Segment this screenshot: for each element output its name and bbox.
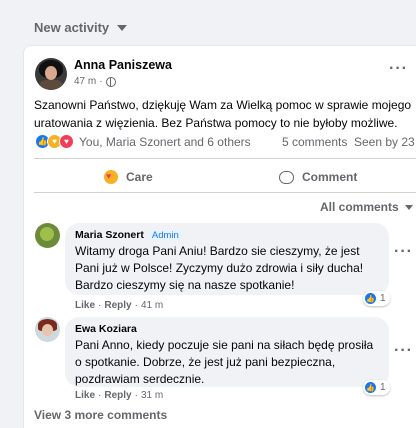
new-activity-label: New activity (34, 20, 110, 35)
comment-more-options-icon[interactable]: ··· (394, 342, 413, 360)
commenter-avatar[interactable] (35, 223, 60, 248)
reactions-summary[interactable]: 👍 ♥ ♥ You, Maria Szonert and 6 others (35, 134, 251, 149)
view-more-comments-link[interactable]: View 3 more comments (34, 408, 167, 422)
comments-count[interactable]: 5 comments (282, 135, 347, 149)
divider (34, 158, 416, 159)
author-avatar[interactable] (35, 58, 67, 90)
comment-like-button[interactable]: Like (75, 390, 95, 401)
comment-bubble: Ewa Koziara Pani Anno, kiedy poczuje sie… (65, 317, 389, 387)
comment-meta: Like · Reply · 31 m (75, 390, 164, 401)
comment-like-button[interactable]: Like (75, 300, 95, 311)
post-body: Szanowni Państwo, dziękuję Wam za Wielką… (34, 98, 412, 130)
comment-reply-button[interactable]: Reply (104, 300, 131, 311)
comment-text: Witamy droga Pani Aniu! Bardzo sie ciesz… (75, 244, 364, 292)
post-time[interactable]: 47 m (74, 76, 96, 87)
care-label: Care (126, 170, 153, 184)
comment-reaction-count[interactable]: 👍 1 (363, 291, 390, 306)
comment-bubble: Maria Szonert Admin Witamy droga Pani An… (65, 223, 389, 295)
commenter-name[interactable]: Ewa Koziara (75, 323, 137, 335)
post-meta: 47 m · (74, 76, 116, 87)
seen-by[interactable]: Seen by 23 (354, 135, 415, 149)
post-card: Anna Paniszewa 47 m · ··· Szanowni Państ… (23, 45, 416, 428)
globe-icon (105, 76, 116, 87)
commenter-name[interactable]: Maria Szonert (75, 229, 144, 241)
commenter-avatar[interactable] (35, 317, 60, 342)
like-icon: 👍 (365, 382, 376, 393)
post-author[interactable]: Anna Paniszewa (74, 58, 172, 72)
admin-badge: Admin (148, 229, 182, 241)
comment-icon (279, 170, 294, 184)
like-icon: 👍 (365, 293, 376, 304)
chevron-down-icon (404, 204, 413, 210)
comment-more-options-icon[interactable]: ··· (394, 243, 413, 261)
comment-reaction-count[interactable]: 👍 1 (363, 380, 390, 395)
love-icon: ♥ (59, 134, 74, 149)
comment-text: Pani Anno, kiedy poczuje sie pani na sił… (75, 338, 374, 386)
feed-header: New activity (0, 0, 416, 48)
divider (34, 192, 416, 193)
comment-label: Comment (302, 170, 358, 184)
comment-button[interactable]: Comment (279, 164, 357, 190)
all-comments-label: All comments (320, 200, 399, 214)
comment-reply-button[interactable]: Reply (104, 390, 131, 401)
care-button[interactable]: Care (104, 164, 153, 190)
comment-meta: Like · Reply · 41 m (75, 300, 164, 311)
post-more-options-icon[interactable]: ··· (389, 60, 408, 78)
chevron-down-icon (117, 24, 128, 31)
reactions-text: You, Maria Szonert and 6 others (79, 134, 251, 149)
care-reaction-icon (104, 170, 118, 184)
new-activity-dropdown[interactable]: New activity (34, 20, 128, 35)
comment-time[interactable]: 41 m (141, 300, 163, 311)
comment-time[interactable]: 31 m (141, 390, 163, 401)
all-comments-dropdown[interactable]: All comments (320, 200, 413, 214)
